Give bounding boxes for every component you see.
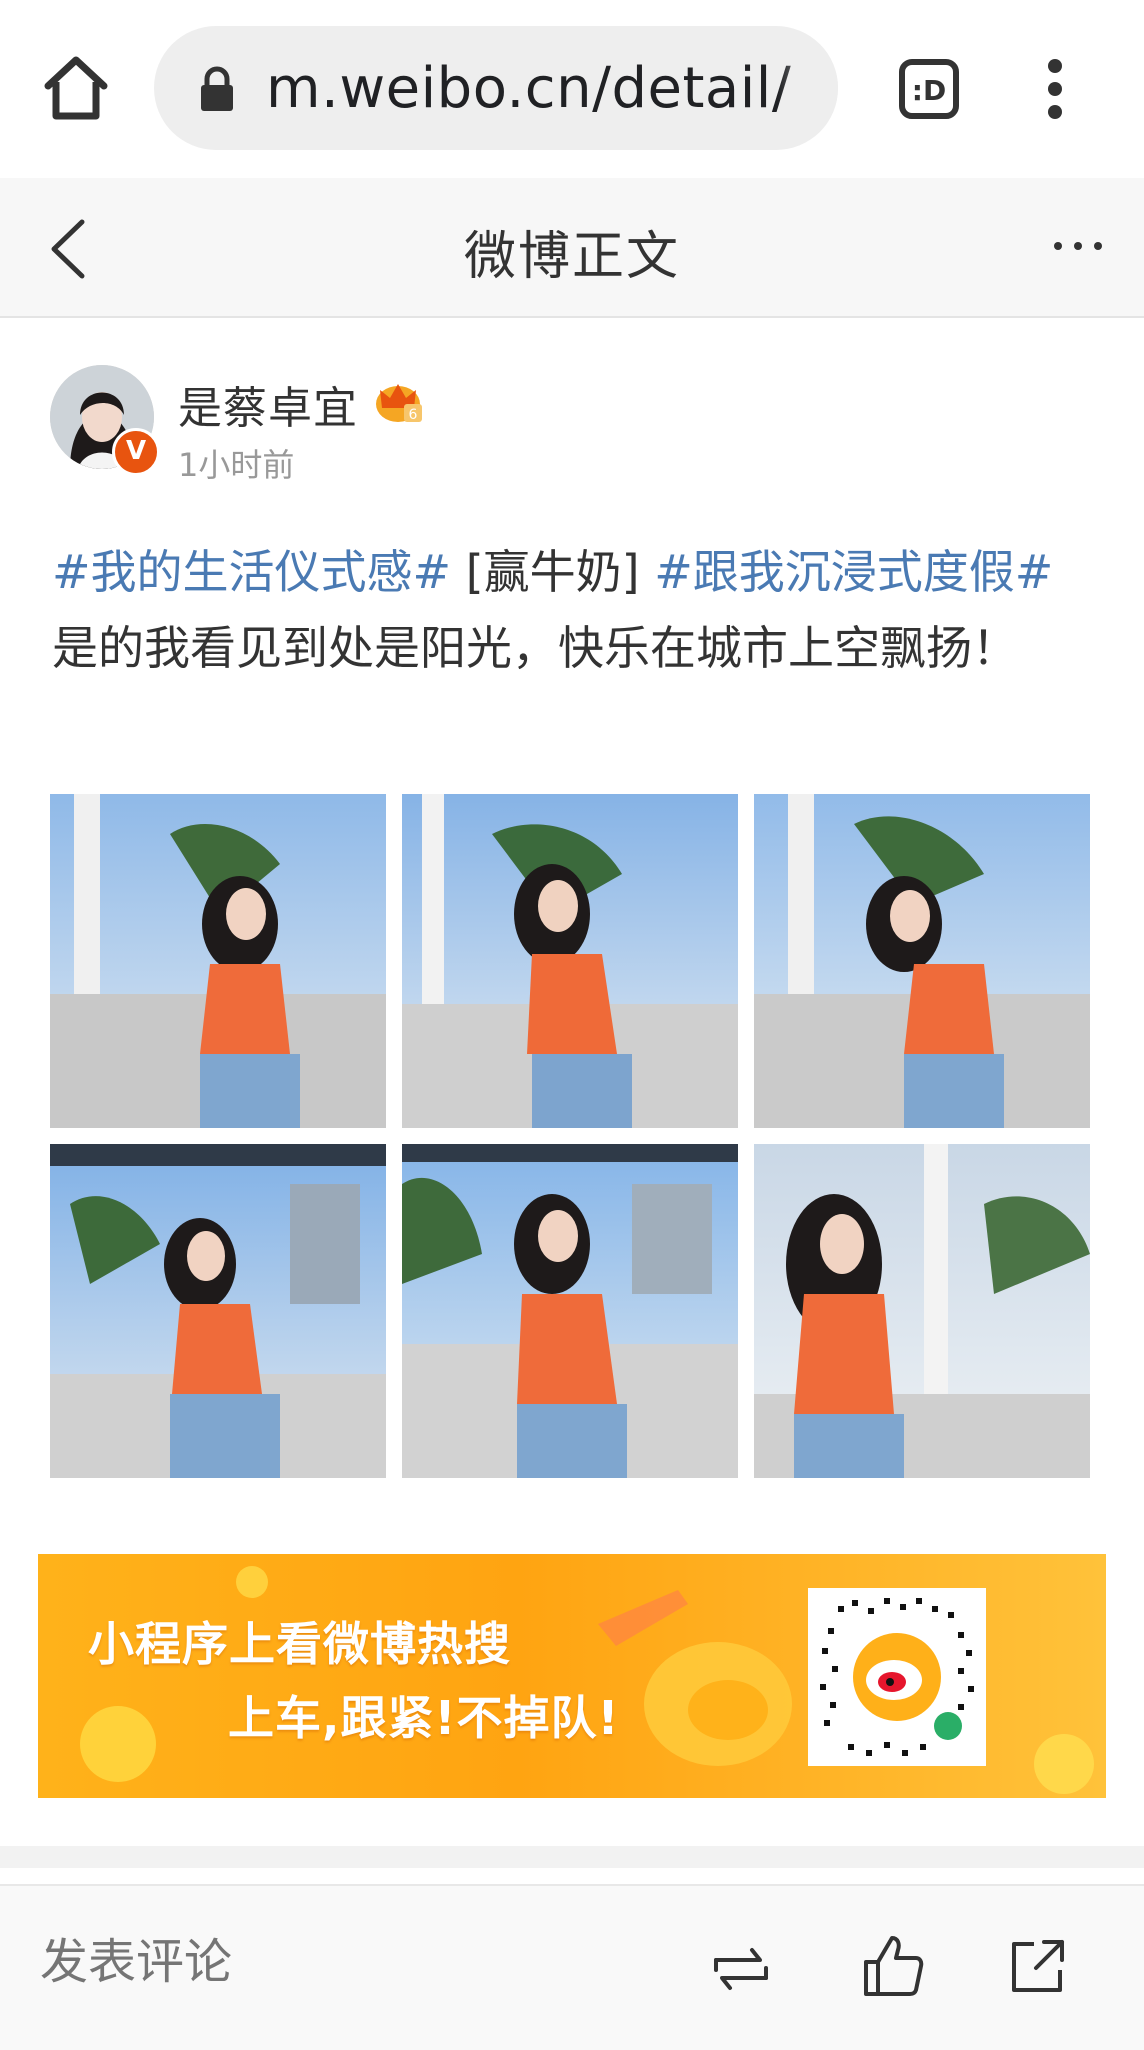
svg-text::D: :D	[912, 74, 946, 107]
url-text: m.weibo.cn/detail/	[266, 56, 792, 121]
repost-icon[interactable]	[708, 1940, 774, 1998]
photo-thumbnail[interactable]	[402, 794, 738, 1128]
page-title: 微博正文	[463, 227, 680, 287]
banner-headline: 小程序上看微博热搜	[88, 1617, 511, 1671]
photo-thumbnail[interactable]	[50, 1144, 386, 1478]
photo-image	[754, 1144, 1090, 1478]
bottom-action-bar	[0, 1884, 1144, 2050]
like-icon[interactable]	[862, 1934, 924, 1998]
mini-program-banner[interactable]: 小程序上看微博热搜 上车,跟紧!不掉队!	[38, 1554, 1106, 1798]
more-options-icon[interactable]	[1052, 234, 1104, 258]
verified-badge-icon: V	[112, 428, 160, 476]
desktop-site-icon[interactable]: :D	[898, 58, 960, 120]
post-body: 是的我看见到处是阳光，快乐在城市上空飘扬！	[52, 621, 1018, 675]
photo-thumbnail[interactable]	[402, 1144, 738, 1478]
kebab-menu-icon[interactable]	[1036, 56, 1074, 122]
photo-image	[754, 794, 1090, 1128]
username[interactable]: 是蔡卓宜	[178, 372, 358, 436]
banner-subline: 上车,跟紧!不掉队!	[228, 1691, 620, 1745]
emoji-tag: [赢牛奶]	[451, 545, 655, 599]
photo-thumbnail[interactable]	[754, 794, 1090, 1128]
photo-image	[402, 1144, 738, 1478]
post-text: #我的生活仪式感# [赢牛奶] #跟我沉浸式度假# 是的我看见到处是阳光，快乐在…	[52, 534, 1112, 686]
crown-icon: 6	[376, 384, 422, 423]
photo-image	[402, 794, 738, 1128]
lock-icon	[201, 66, 233, 111]
address-bar[interactable]: m.weibo.cn/detail/	[154, 26, 838, 150]
photo-thumbnail[interactable]	[50, 794, 386, 1128]
url-fade	[778, 26, 838, 150]
hashtag-link[interactable]: #我的生活仪式感#	[52, 545, 451, 599]
share-icon[interactable]	[1008, 1936, 1068, 1996]
section-divider	[0, 1846, 1144, 1868]
browser-toolbar: m.weibo.cn/detail/ :D	[0, 0, 1144, 178]
home-icon[interactable]	[40, 52, 112, 124]
svg-text:6: 6	[409, 407, 418, 423]
photo-thumbnail[interactable]	[754, 1144, 1090, 1478]
post-timestamp: 1小时前	[178, 446, 295, 484]
hashtag-link[interactable]: #跟我沉浸式度假#	[654, 545, 1053, 599]
qr-code-icon	[808, 1588, 986, 1766]
photo-image	[50, 1144, 386, 1478]
photo-image	[50, 794, 386, 1128]
app-header: 微博正文	[0, 178, 1144, 318]
comment-input[interactable]	[40, 1934, 460, 1990]
